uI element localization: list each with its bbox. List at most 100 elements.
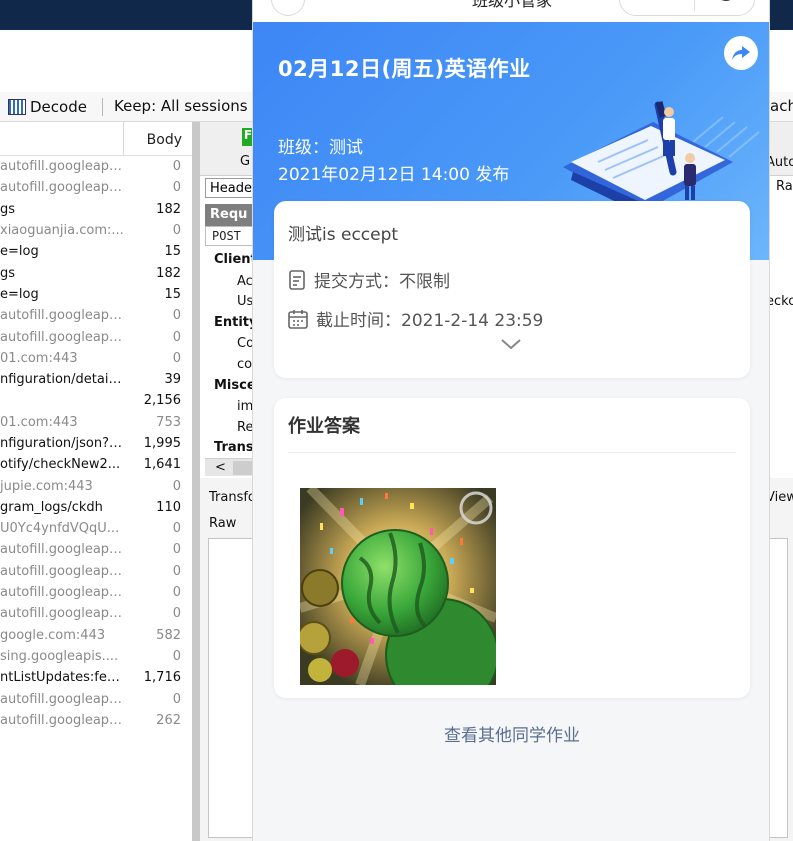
session-row[interactable]: autofill.googleapi... 0 — [0, 326, 192, 347]
scroll-left-arrow[interactable]: < — [215, 460, 226, 475]
session-row[interactable]: 01.com:443 753 — [0, 412, 192, 433]
share-button[interactable] — [724, 36, 758, 70]
session-url: autofill.googleapi... — [0, 606, 124, 622]
sessions-list[interactable]: Body autofill.googleapi... 0 autofill.goog… — [0, 122, 193, 841]
session-row[interactable]: otify/checkNew2... 1,641 — [0, 454, 192, 475]
session-url: autofill.googleapi... — [0, 542, 124, 558]
session-url: autofill.googleapi... — [0, 159, 124, 175]
session-body-size: 0 — [172, 606, 181, 622]
session-row[interactable]: autofill.googleapi... 0 — [0, 603, 192, 624]
session-row[interactable]: autofill.googleapi... 262 — [0, 710, 192, 731]
session-url: otify/checkNew2... — [0, 457, 121, 473]
session-row[interactable]: gram_logs/ckdh 110 — [0, 497, 192, 518]
session-row[interactable]: autofill.googleapi... 0 — [0, 582, 192, 603]
session-row[interactable]: xiaoguanjia.com:... 0 — [0, 220, 192, 241]
session-body-size: 0 — [172, 648, 181, 664]
session-body-size: 0 — [172, 542, 181, 558]
raw-tab[interactable]: Raw — [209, 516, 236, 531]
session-url: jupie.com:443 — [0, 478, 93, 494]
session-body-size: 0 — [172, 180, 181, 196]
session-row[interactable]: autofill.googleapi... 0 — [0, 156, 192, 177]
session-row[interactable]: ntListUpdates:fet... 1,716 — [0, 667, 192, 688]
decode-label: Decode — [30, 98, 87, 116]
session-url: google.com:443 — [0, 627, 106, 643]
session-body-size: 15 — [164, 286, 181, 302]
session-url: autofill.googleapi... — [0, 308, 124, 324]
session-row[interactable]: gs 182 — [0, 262, 192, 283]
session-url: autofill.googleapi... — [0, 329, 124, 345]
transport-group[interactable]: Trans — [214, 440, 254, 455]
session-body-size: 15 — [164, 244, 181, 260]
deadline-label: 截止时间： — [316, 311, 401, 331]
session-url: nfiguration/detail... — [0, 372, 124, 388]
session-row[interactable]: google.com:443 582 — [0, 625, 192, 646]
session-url: sing.googleapis.... — [0, 648, 119, 664]
headers-tab[interactable]: Header — [205, 178, 257, 198]
session-row[interactable]: nfiguration/json?t... 1,995 — [0, 433, 192, 454]
session-row[interactable]: autofill.googleapi... 0 — [0, 688, 192, 709]
raw-tab-right[interactable]: Ra — [776, 179, 793, 194]
horizontal-scrollbar[interactable]: < — [205, 458, 255, 476]
keep-sessions-dropdown[interactable]: Keep: All sessions — [114, 97, 248, 115]
homework-title: 02月12日(周五)英语作业 — [278, 57, 531, 81]
session-row[interactable]: 01.com:443 0 — [0, 348, 192, 369]
entity-group[interactable]: Entity — [214, 315, 258, 330]
session-body-size: 0 — [172, 350, 181, 366]
chevron-down-icon[interactable] — [500, 337, 522, 351]
user-agent-fragment: ecko — [766, 294, 793, 309]
session-body-size: 1,641 — [143, 457, 181, 473]
session-body-size: 0 — [172, 223, 181, 239]
session-row[interactable]: jupie.com:443 0 — [0, 475, 192, 496]
share-icon — [732, 46, 750, 60]
view-fragment[interactable]: View — [766, 490, 793, 505]
session-body-size: 753 — [156, 414, 181, 430]
body-column-header[interactable]: Body — [124, 122, 192, 155]
session-body-size: 262 — [156, 712, 181, 728]
session-body-size: 0 — [172, 329, 181, 345]
session-row[interactable]: U0Yc4ynfdVQqU... 0 — [0, 518, 192, 539]
session-body-size: 182 — [156, 265, 181, 281]
toolbar-right-fragment[interactable]: ach — [770, 97, 793, 115]
splitter[interactable] — [193, 122, 200, 841]
session-url: ntListUpdates:fet... — [0, 670, 124, 686]
session-row[interactable]: gs 182 — [0, 199, 192, 220]
toolbar-divider — [102, 98, 103, 116]
session-row[interactable]: autofill.googleapi... 0 — [0, 539, 192, 560]
session-row[interactable]: 2,156 — [0, 390, 192, 411]
session-row[interactable]: nfiguration/detail... 39 — [0, 369, 192, 390]
session-row[interactable]: autofill.googleapi... 0 — [0, 305, 192, 326]
close-icon[interactable] — [716, 0, 736, 1]
answer-image-thumbnail[interactable] — [300, 488, 496, 685]
view-others-link[interactable]: 查看其他同学作业 — [253, 721, 769, 746]
submit-method-row: 提交方式：不限制 — [288, 267, 450, 292]
session-body-size: 0 — [172, 478, 181, 494]
capsule-divider — [694, 0, 695, 11]
submit-value: 不限制 — [399, 272, 450, 292]
desktop-screen: Decode Keep: All sessions ach Body autof… — [0, 0, 793, 841]
session-row[interactable]: autofill.googleapi... 0 — [0, 177, 192, 198]
answers-heading: 作业答案 — [288, 416, 360, 437]
session-row[interactable]: e=log 15 — [0, 284, 192, 305]
client-group[interactable]: Client — [214, 252, 257, 267]
decode-button[interactable]: Decode — [8, 97, 87, 117]
answers-divider — [288, 452, 736, 453]
autoresponder-tab[interactable]: Auto — [766, 155, 793, 170]
request-line: POST — [205, 226, 255, 246]
misc-item: Re — [237, 420, 254, 435]
transformer-tab[interactable]: Transfo — [209, 490, 256, 505]
deadline-row: 截止时间：2021-2-14 23:59 — [288, 306, 543, 331]
decode-icon — [8, 99, 26, 115]
sessions-header: Body — [0, 122, 192, 156]
session-url: gs — [0, 201, 16, 217]
session-url: e=log — [0, 286, 39, 302]
capsule-menu[interactable] — [619, 0, 755, 16]
client-item: Ac — [237, 274, 253, 289]
session-row[interactable]: autofill.googleapi... 0 — [0, 561, 192, 582]
misc-group[interactable]: Misce — [214, 378, 256, 393]
session-url: autofill.googleapi... — [0, 712, 124, 728]
session-row[interactable]: e=log 15 — [0, 241, 192, 262]
session-body-size: 1,995 — [143, 436, 181, 451]
get-started-tab[interactable]: G — [240, 154, 250, 169]
url-column-header[interactable] — [0, 122, 124, 155]
session-row[interactable]: sing.googleapis.... 0 — [0, 646, 192, 667]
